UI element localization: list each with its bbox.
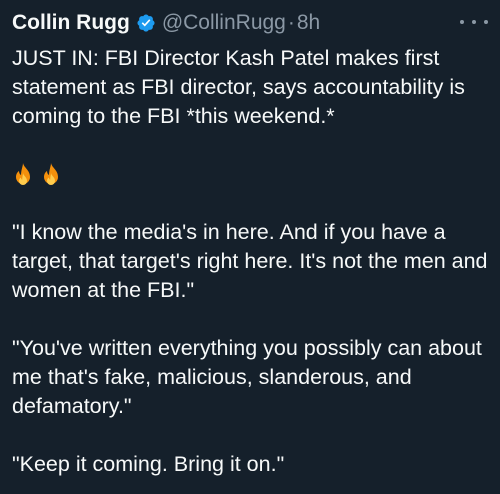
author-name[interactable]: Collin Rugg xyxy=(12,11,130,35)
tweet-header: Collin Rugg @CollinRugg · 8h xyxy=(12,8,488,38)
fire-emoji-icon xyxy=(40,162,62,188)
emoji-row xyxy=(12,160,490,189)
fire-emoji-icon xyxy=(12,162,34,188)
tweet-paragraph: JUST IN: FBI Director Kash Patel makes f… xyxy=(12,46,465,128)
more-options-icon[interactable] xyxy=(460,14,488,30)
post-time[interactable]: 8h xyxy=(297,11,320,35)
tweet-paragraph: "You've written everything you possibly … xyxy=(12,336,482,418)
separator-dot: · xyxy=(287,11,295,34)
tweet-body: JUST IN: FBI Director Kash Patel makes f… xyxy=(12,44,490,479)
verified-badge-icon xyxy=(136,13,156,33)
tweet-paragraph: "Keep it coming. Bring it on." xyxy=(12,452,285,476)
tweet-paragraph: "I know the media's in here. And if you … xyxy=(12,220,488,302)
author-handle[interactable]: @CollinRugg xyxy=(162,11,286,35)
